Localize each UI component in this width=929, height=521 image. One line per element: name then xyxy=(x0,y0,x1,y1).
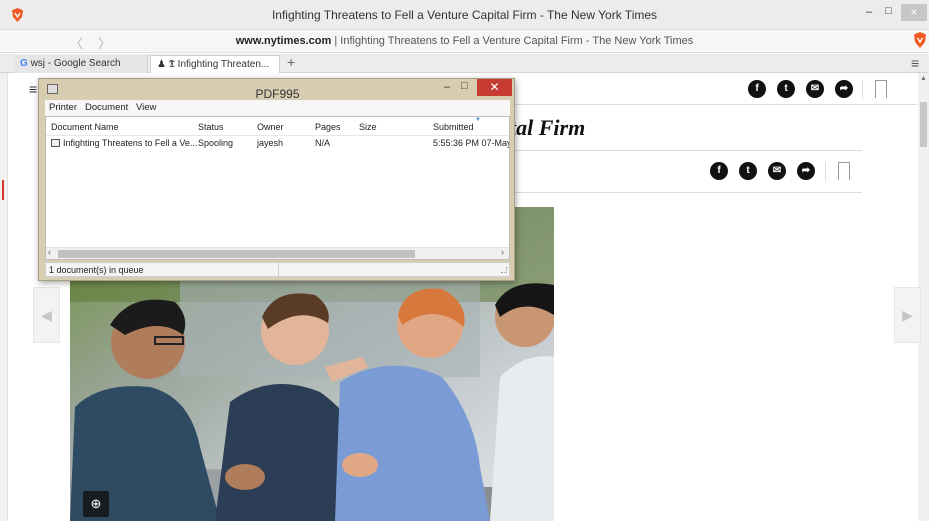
page-scrollbar-thumb[interactable] xyxy=(920,102,927,147)
print-queue-list[interactable]: Document Name Status Owner Pages Size Su… xyxy=(45,116,510,260)
column-owner[interactable]: Owner xyxy=(257,122,284,132)
email-icon[interactable]: ✉ xyxy=(806,80,824,98)
google-icon: G xyxy=(20,58,28,69)
column-size[interactable]: Size xyxy=(359,122,377,132)
dialog-minimize-button[interactable]: – xyxy=(444,81,450,93)
close-icon: × xyxy=(910,5,918,19)
zoom-in-icon: ⊕ xyxy=(90,496,102,511)
cell-submitted: 5:55:36 PM 07-May xyxy=(433,138,509,148)
email-icon[interactable]: ✉ xyxy=(768,162,786,180)
table-row[interactable]: Infighting Threatens to Fell a Ve... Spo… xyxy=(46,136,509,150)
menu-printer[interactable]: Printer xyxy=(49,102,77,113)
article-headline: tal Firm xyxy=(510,115,586,140)
close-icon: ✕ xyxy=(489,80,500,94)
column-document-name[interactable]: Document Name xyxy=(51,122,119,132)
cell-owner: jayesh xyxy=(257,138,284,148)
url-page-title: Infighting Threatens to Fell a Venture C… xyxy=(340,35,694,47)
tab-nytimes[interactable]: ♟ 𝕿 Infighting Threaten... xyxy=(150,55,280,73)
cell-status: Spooling xyxy=(198,138,234,148)
scroll-right-icon[interactable]: › xyxy=(501,247,504,257)
pdf995-dialog: PDF995 – □ ✕ Printer Document View Docum… xyxy=(38,78,515,281)
bookmark-icon[interactable] xyxy=(875,80,887,98)
maximize-button[interactable]: □ xyxy=(885,5,892,17)
scroll-up-icon[interactable]: ▲ xyxy=(920,75,927,82)
status-divider xyxy=(278,263,279,276)
brave-shield-icon[interactable] xyxy=(913,32,927,48)
sort-indicator-icon: ▼ xyxy=(475,117,481,123)
column-pages[interactable]: Pages xyxy=(315,122,341,132)
browser-menu-icon[interactable]: ≡ xyxy=(911,55,919,71)
column-submitted[interactable]: Submitted xyxy=(433,122,474,132)
facebook-icon[interactable]: f xyxy=(748,80,766,98)
document-icon xyxy=(51,139,60,147)
cell-pages: N/A xyxy=(315,138,331,148)
share-icon[interactable]: ➦ xyxy=(835,80,853,98)
tab-label: wsj - Google Search xyxy=(30,58,121,69)
twitter-icon[interactable]: t xyxy=(739,162,757,180)
window-title: Infighting Threatens to Fell a Venture C… xyxy=(271,8,658,22)
resize-grip-icon[interactable] xyxy=(501,267,507,273)
list-scrollbar-thumb[interactable] xyxy=(58,250,415,258)
queue-status-text: 1 document(s) in queue xyxy=(49,265,144,275)
address-bar[interactable]: www.nytimes.com | Infighting Threatens t… xyxy=(0,35,929,47)
menu-view[interactable]: View xyxy=(136,102,156,113)
minimize-button[interactable]: – xyxy=(866,6,872,18)
next-slide-button[interactable]: ▶ xyxy=(894,287,921,343)
scroll-left-icon[interactable]: ‹ xyxy=(48,247,51,257)
twitter-icon[interactable]: t xyxy=(777,80,795,98)
dialog-statusbar: 1 document(s) in queue xyxy=(45,262,510,277)
left-gutter xyxy=(0,73,8,521)
dialog-menubar: Printer Document View xyxy=(45,100,510,116)
nyt-icon: 𝕿 xyxy=(168,59,175,70)
red-marker xyxy=(2,180,4,200)
column-status[interactable]: Status xyxy=(198,122,224,132)
bookmark-icon[interactable] xyxy=(838,162,850,180)
dialog-maximize-button[interactable]: □ xyxy=(461,80,468,92)
tab-google-search[interactable]: G wsj - Google Search xyxy=(14,55,148,73)
list-horizontal-scrollbar[interactable]: ‹ › xyxy=(46,247,509,259)
chevron-left-icon: ◀ xyxy=(41,307,52,323)
url-domain: www.nytimes.com xyxy=(235,35,332,47)
new-tab-button[interactable]: + xyxy=(287,54,295,70)
chevron-right-icon: ▶ xyxy=(902,307,913,323)
cell-document-name: Infighting Threatens to Fell a Ve... xyxy=(63,138,198,148)
tab-label: Infighting Threaten... xyxy=(177,59,270,70)
close-button[interactable]: × xyxy=(901,4,927,21)
user-icon: ♟ xyxy=(157,59,166,70)
share-divider xyxy=(862,80,863,99)
facebook-icon[interactable]: f xyxy=(710,162,728,180)
share-icon[interactable]: ➦ xyxy=(797,162,815,180)
previous-slide-button[interactable]: ◀ xyxy=(33,287,60,343)
url-separator: | xyxy=(331,35,341,47)
dialog-close-button[interactable]: ✕ xyxy=(477,79,512,96)
nyt-menu-icon[interactable]: ≡ xyxy=(29,81,37,97)
zoom-button[interactable]: ⊕ xyxy=(83,491,109,517)
share-divider xyxy=(825,162,826,181)
menu-document[interactable]: Document xyxy=(85,102,128,113)
